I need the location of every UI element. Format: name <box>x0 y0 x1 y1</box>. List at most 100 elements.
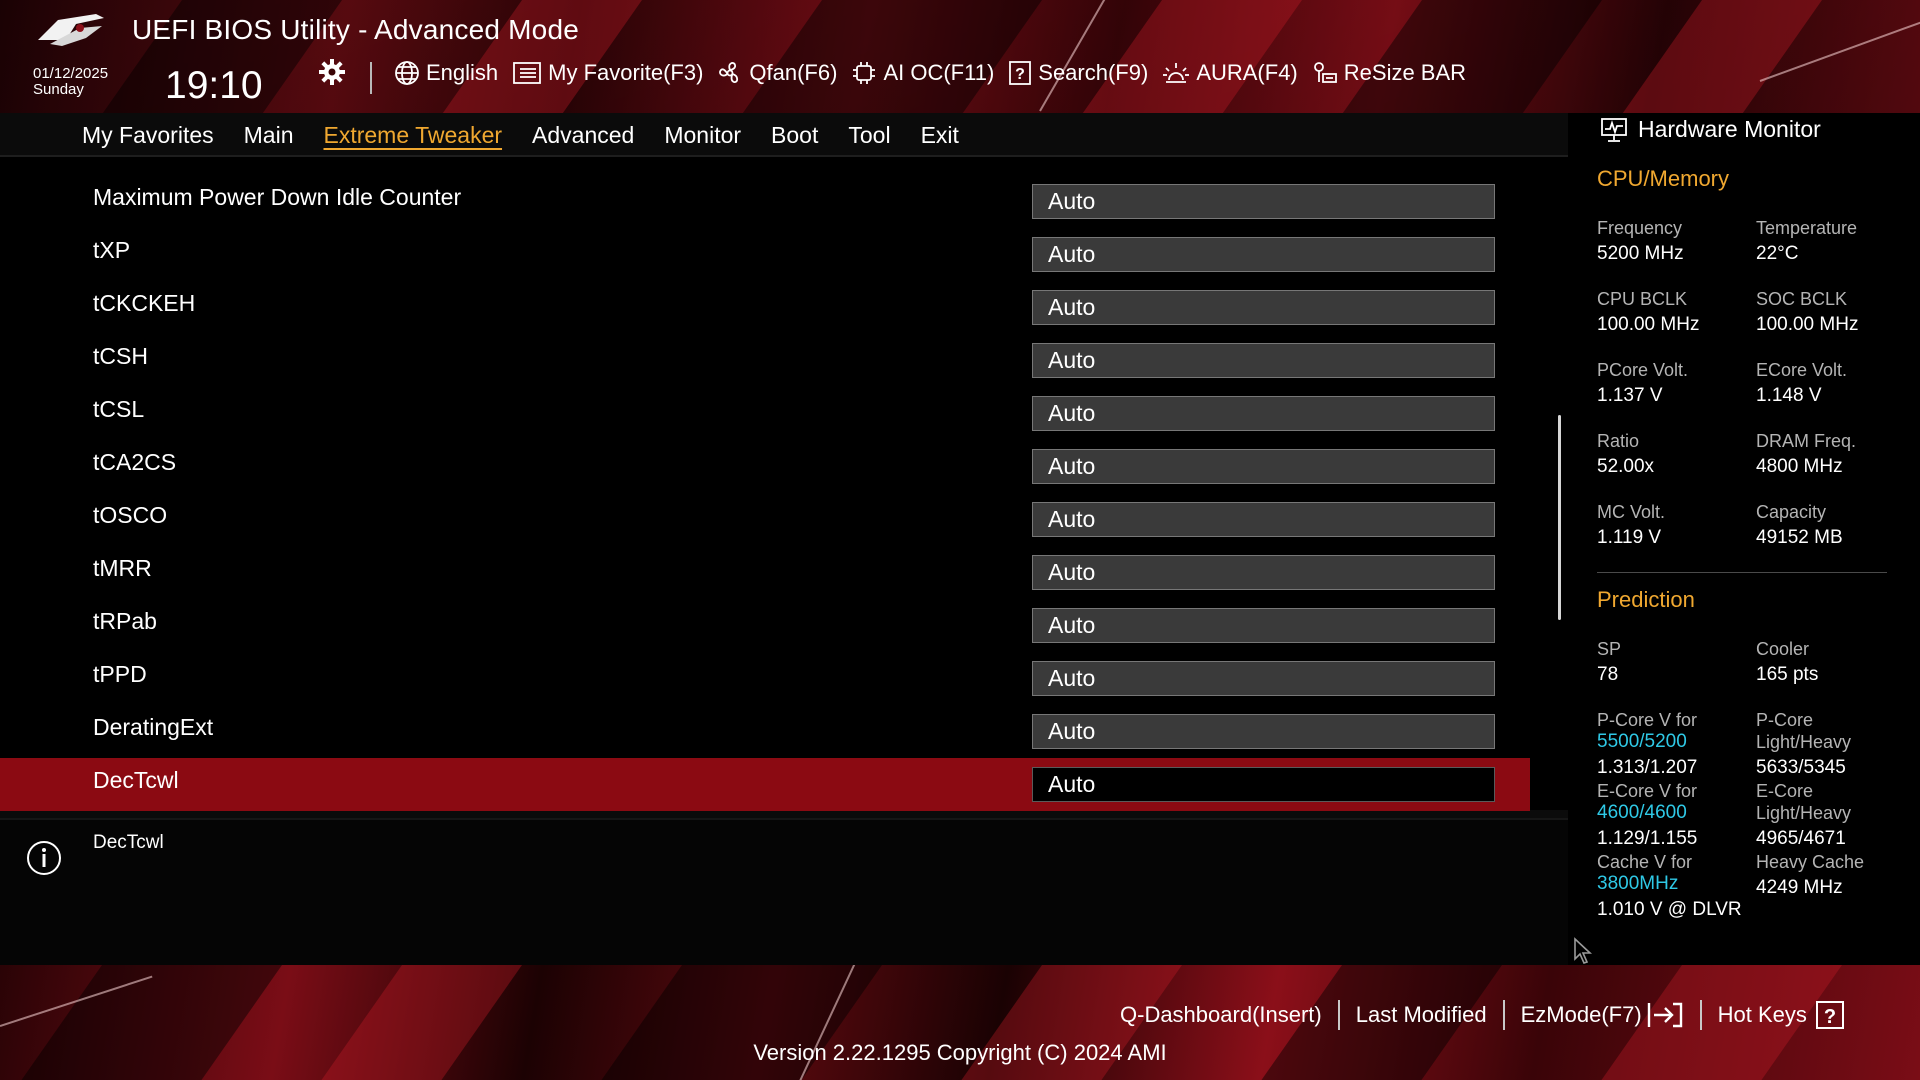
tab-boot[interactable]: Boot <box>771 122 818 149</box>
setting-value-field[interactable]: Auto <box>1032 502 1495 537</box>
last-modified-label: Last Modified <box>1355 1002 1487 1027</box>
ai-oc-button[interactable]: AI OC(F11) <box>851 60 994 86</box>
setting-label: DecTcwl <box>93 767 179 793</box>
hw-label-ecore-volt: ECore Volt. <box>1756 360 1848 380</box>
toolbar: English My Favorite(F3) Qfan(F6) AI OC(F… <box>394 60 1480 86</box>
hot-keys-label: Hot Keys <box>1717 1002 1807 1027</box>
setting-row[interactable]: tPPD Auto <box>0 652 1530 705</box>
svg-text:?: ? <box>1824 1006 1836 1028</box>
hw-label-frequency: Frequency <box>1597 218 1683 238</box>
setting-label: tRPab <box>93 608 157 634</box>
setting-value-field[interactable]: Auto <box>1032 661 1495 696</box>
setting-row[interactable]: tCA2CS Auto <box>0 440 1530 493</box>
language-label: English <box>426 60 499 85</box>
setting-label: tMRR <box>93 555 152 581</box>
setting-value-field[interactable]: Auto <box>1032 449 1495 484</box>
main-tabs: My Favorites Main Extreme Tweaker Advanc… <box>82 113 989 157</box>
mouse-cursor-icon <box>1574 937 1593 964</box>
tab-monitor[interactable]: Monitor <box>664 122 741 149</box>
fan-icon <box>719 62 739 83</box>
setting-row[interactable]: tCSH Auto <box>0 334 1530 387</box>
hw-value-temperature: 22°C <box>1756 243 1799 264</box>
setting-row[interactable]: Maximum Power Down Idle Counter Auto <box>0 175 1530 228</box>
hw-value-pcore-lh: 5633/5345 <box>1756 757 1846 778</box>
date-text: 01/12/2025 <box>33 65 109 82</box>
qfan-button[interactable]: Qfan(F6) <box>717 60 837 86</box>
setting-row[interactable]: tRPab Auto <box>0 599 1530 652</box>
settings-scrollbar[interactable] <box>1558 415 1561 620</box>
globe-icon <box>395 61 419 85</box>
hw-link-ecore-v-freq[interactable]: 4600/4600 <box>1597 802 1687 824</box>
hw-link-cache-v-freq[interactable]: 3800MHz <box>1597 873 1678 895</box>
app-title: UEFI BIOS Utility - Advanced Mode <box>132 14 579 45</box>
setting-label: DeratingExt <box>93 714 214 740</box>
question-box-icon: ? <box>1815 1001 1844 1029</box>
resize-bar-button[interactable]: ReSize BAR <box>1312 60 1466 86</box>
footer-separator <box>1337 1000 1340 1030</box>
tab-tool[interactable]: Tool <box>848 122 890 149</box>
setting-label: tCSL <box>93 396 145 422</box>
setting-row[interactable]: tMRR Auto <box>0 546 1530 599</box>
setting-value-field[interactable]: Auto <box>1032 343 1495 378</box>
setting-label: tCA2CS <box>93 449 177 475</box>
hw-value-ecore-v: 1.129/1.155 <box>1597 828 1698 849</box>
hw-value-capacity: 49152 MB <box>1756 527 1843 548</box>
last-modified-button[interactable]: Last Modified <box>1356 1002 1487 1028</box>
language-button[interactable]: English <box>394 60 498 86</box>
setting-row[interactable]: tOSCO Auto <box>0 493 1530 546</box>
date-display: 01/12/2025 Sunday <box>33 66 108 98</box>
info-icon <box>27 841 61 875</box>
hw-label-pcore-volt: PCore Volt. <box>1597 360 1689 380</box>
rog-logo-icon <box>38 14 104 46</box>
setting-value-field[interactable]: Auto <box>1032 555 1495 590</box>
hw-value-sp: 78 <box>1597 664 1619 685</box>
exit-arrow-icon <box>1647 1002 1682 1028</box>
hw-link-pcore-v-freq[interactable]: 5500/5200 <box>1597 731 1687 753</box>
hw-label-ecore-lh-2: Light/Heavy <box>1756 803 1852 823</box>
search-button[interactable]: ? Search(F9) <box>1008 60 1148 86</box>
my-favorite-button[interactable]: My Favorite(F3) <box>512 60 703 86</box>
hot-keys-button[interactable]: Hot Keys ? <box>1718 1000 1845 1030</box>
aura-button[interactable]: AURA(F4) <box>1162 60 1298 86</box>
cpu-memory-title: CPU/Memory <box>1597 166 1730 191</box>
q-dashboard-button[interactable]: Q-Dashboard(Insert) <box>1120 1002 1322 1028</box>
hw-label-ecore-v: E-Core V for <box>1597 781 1698 801</box>
setting-row[interactable]: tXP Auto <box>0 228 1530 281</box>
hw-label-capacity: Capacity <box>1756 502 1827 522</box>
footer-separator <box>1502 1000 1505 1030</box>
setting-row-selected[interactable]: DecTcwl Auto <box>0 758 1530 811</box>
gear-icon[interactable] <box>318 58 346 86</box>
ai-chip-icon <box>853 62 876 84</box>
tab-advanced[interactable]: Advanced <box>532 122 634 149</box>
resize-bar-label: ReSize BAR <box>1343 60 1467 85</box>
tab-exit[interactable]: Exit <box>921 122 959 149</box>
setting-value-field[interactable]: Auto <box>1032 767 1495 802</box>
ezmode-button[interactable]: EzMode(F7) <box>1521 1001 1684 1029</box>
footer-links: Q-Dashboard(Insert) Last Modified EzMode… <box>1120 1000 1845 1030</box>
hw-value-cpu-bclk: 100.00 MHz <box>1597 314 1700 335</box>
setting-value-field[interactable]: Auto <box>1032 608 1495 643</box>
q-dashboard-label: Q-Dashboard(Insert) <box>1120 1002 1322 1027</box>
setting-value-field[interactable]: Auto <box>1032 396 1495 431</box>
setting-value-field[interactable]: Auto <box>1032 184 1495 219</box>
setting-row[interactable]: tCKCKEH Auto <box>0 281 1530 334</box>
setting-label: tXP <box>93 237 131 263</box>
setting-value-field[interactable]: Auto <box>1032 714 1495 749</box>
setting-value-field[interactable]: Auto <box>1032 290 1495 325</box>
setting-value-field[interactable]: Auto <box>1032 237 1495 272</box>
hw-value-ecore-volt: 1.148 V <box>1756 385 1822 406</box>
setting-row[interactable]: DeratingExt Auto <box>0 705 1530 758</box>
hw-value-pcore-v: 1.313/1.207 <box>1597 757 1698 778</box>
tab-main[interactable]: Main <box>244 122 294 149</box>
hw-value-mc-volt: 1.119 V <box>1597 527 1662 548</box>
ai-oc-label: AI OC(F11) <box>883 60 995 85</box>
tab-my-favorites[interactable]: My Favorites <box>82 122 214 149</box>
tab-extreme-tweaker[interactable]: Extreme Tweaker <box>324 122 503 149</box>
aura-label: AURA(F4) <box>1196 60 1298 85</box>
search-label: Search(F9) <box>1038 60 1149 85</box>
setting-label: tPPD <box>93 661 147 687</box>
hw-value-frequency: 5200 MHz <box>1597 243 1684 264</box>
aura-light-icon <box>1163 63 1190 83</box>
monitor-icon <box>1601 117 1627 142</box>
setting-row[interactable]: tCSL Auto <box>0 387 1530 440</box>
